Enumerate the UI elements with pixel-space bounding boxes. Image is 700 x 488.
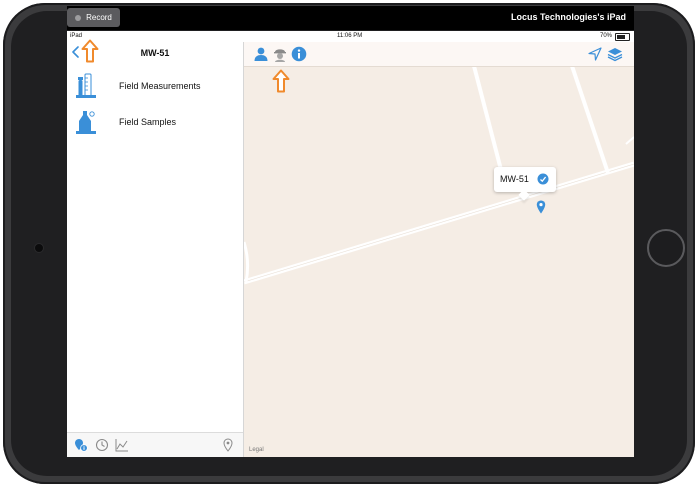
record-button[interactable]: Record (67, 8, 120, 27)
history-icon[interactable] (95, 438, 109, 452)
field-measurements-icon (76, 73, 96, 98)
map-toolbar (244, 42, 634, 67)
field-tech-icon[interactable] (272, 46, 288, 62)
battery-icon (615, 33, 630, 41)
layers-icon[interactable] (607, 46, 623, 62)
navigation-arrow-icon[interactable] (587, 46, 603, 62)
callout-label: MW-51 (500, 174, 529, 184)
sidebar: MW-51 Field Measurements Field Samples (67, 42, 244, 457)
map-roads (244, 65, 634, 285)
highlight-arrow-icon (272, 69, 290, 93)
front-camera (34, 243, 44, 253)
device-name: Locus Technologies's iPad (511, 12, 626, 22)
map-callout[interactable]: MW-51 (494, 167, 556, 201)
map-view[interactable]: MW-51 Legal (244, 42, 634, 457)
sidebar-bottom-toolbar (67, 432, 243, 457)
location-info-icon[interactable] (74, 438, 88, 452)
menu-item-label: Field Samples (119, 117, 177, 127)
menu-item-field-samples[interactable]: Field Samples (67, 106, 243, 140)
screen-recording-bar: Record Locus Technologies's iPad (67, 6, 634, 30)
field-samples-icon (76, 111, 96, 134)
info-icon[interactable] (291, 46, 307, 62)
menu-item-field-measurements[interactable]: Field Measurements (67, 70, 243, 104)
battery-level (617, 35, 625, 39)
ipad-screen: iPad 11:06 PM 70% MW-51 Field Measuremen… (67, 31, 634, 457)
map-legal-link[interactable]: Legal (249, 447, 264, 453)
record-label: Record (86, 13, 112, 22)
highlight-arrow-icon (81, 39, 99, 63)
menu-item-label: Field Measurements (119, 81, 201, 91)
clock: 11:06 PM (337, 33, 363, 39)
user-icon[interactable] (253, 46, 269, 62)
battery-percent: 70% (599, 33, 612, 39)
record-dot-icon (75, 14, 82, 21)
home-button[interactable] (647, 229, 685, 267)
status-bar: iPad 11:06 PM 70% (67, 31, 634, 42)
map-pin-icon[interactable] (221, 438, 235, 452)
callout-detail-icon[interactable] (537, 173, 549, 185)
map-location-pin-icon[interactable] (536, 200, 546, 214)
chart-icon[interactable] (115, 438, 129, 452)
